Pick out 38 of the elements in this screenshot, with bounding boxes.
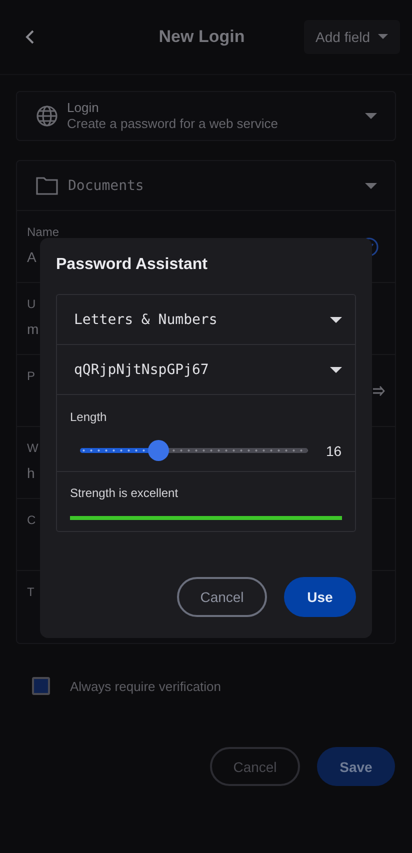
save-button[interactable]: Save <box>317 747 395 786</box>
cancel-button[interactable]: Cancel <box>210 747 300 786</box>
add-field-button[interactable]: Add field <box>304 20 400 54</box>
cancel-button[interactable]: Cancel <box>177 577 267 617</box>
field-label: Name <box>27 225 60 239</box>
field-value[interactable]: A <box>27 249 36 265</box>
caret-icon <box>365 182 377 188</box>
caret-icon <box>330 316 342 322</box>
folder-select[interactable]: Documents <box>17 161 395 211</box>
length-value: 16 <box>326 442 342 458</box>
checkbox-label: Always require verification <box>70 678 222 694</box>
page-title: New Login <box>158 27 246 47</box>
field-label: W <box>27 441 38 455</box>
type-title: Login <box>67 100 100 116</box>
field-label: P <box>27 369 36 383</box>
length-slider[interactable] <box>80 440 308 461</box>
caret-icon <box>330 366 342 372</box>
strength-label: Strength is excellent <box>70 486 178 500</box>
field-label: C <box>27 513 36 527</box>
password-select[interactable]: qQRjpNjtNspGPj67 <box>57 345 355 395</box>
checkbox[interactable] <box>32 677 50 695</box>
use-button[interactable]: Use <box>284 577 356 617</box>
type-select[interactable]: Login Create a password for a web service <box>16 91 396 141</box>
dialog-title: Password Assistant <box>56 256 208 274</box>
folder-icon <box>36 176 58 194</box>
type-subtitle: Create a password for a web service <box>67 116 279 132</box>
globe-icon <box>36 105 58 127</box>
caret-icon <box>365 113 377 119</box>
arrow-icon <box>373 386 385 396</box>
back-icon <box>24 29 36 45</box>
field-label: T <box>27 585 34 599</box>
mode-select[interactable]: Letters & Numbers <box>57 295 355 345</box>
field-value[interactable]: h <box>27 465 35 481</box>
field-label: U <box>27 297 36 311</box>
slider-thumb[interactable] <box>148 440 170 461</box>
field-value[interactable]: m <box>27 321 39 337</box>
caret-icon <box>378 34 388 40</box>
length-label: Length <box>70 410 107 424</box>
